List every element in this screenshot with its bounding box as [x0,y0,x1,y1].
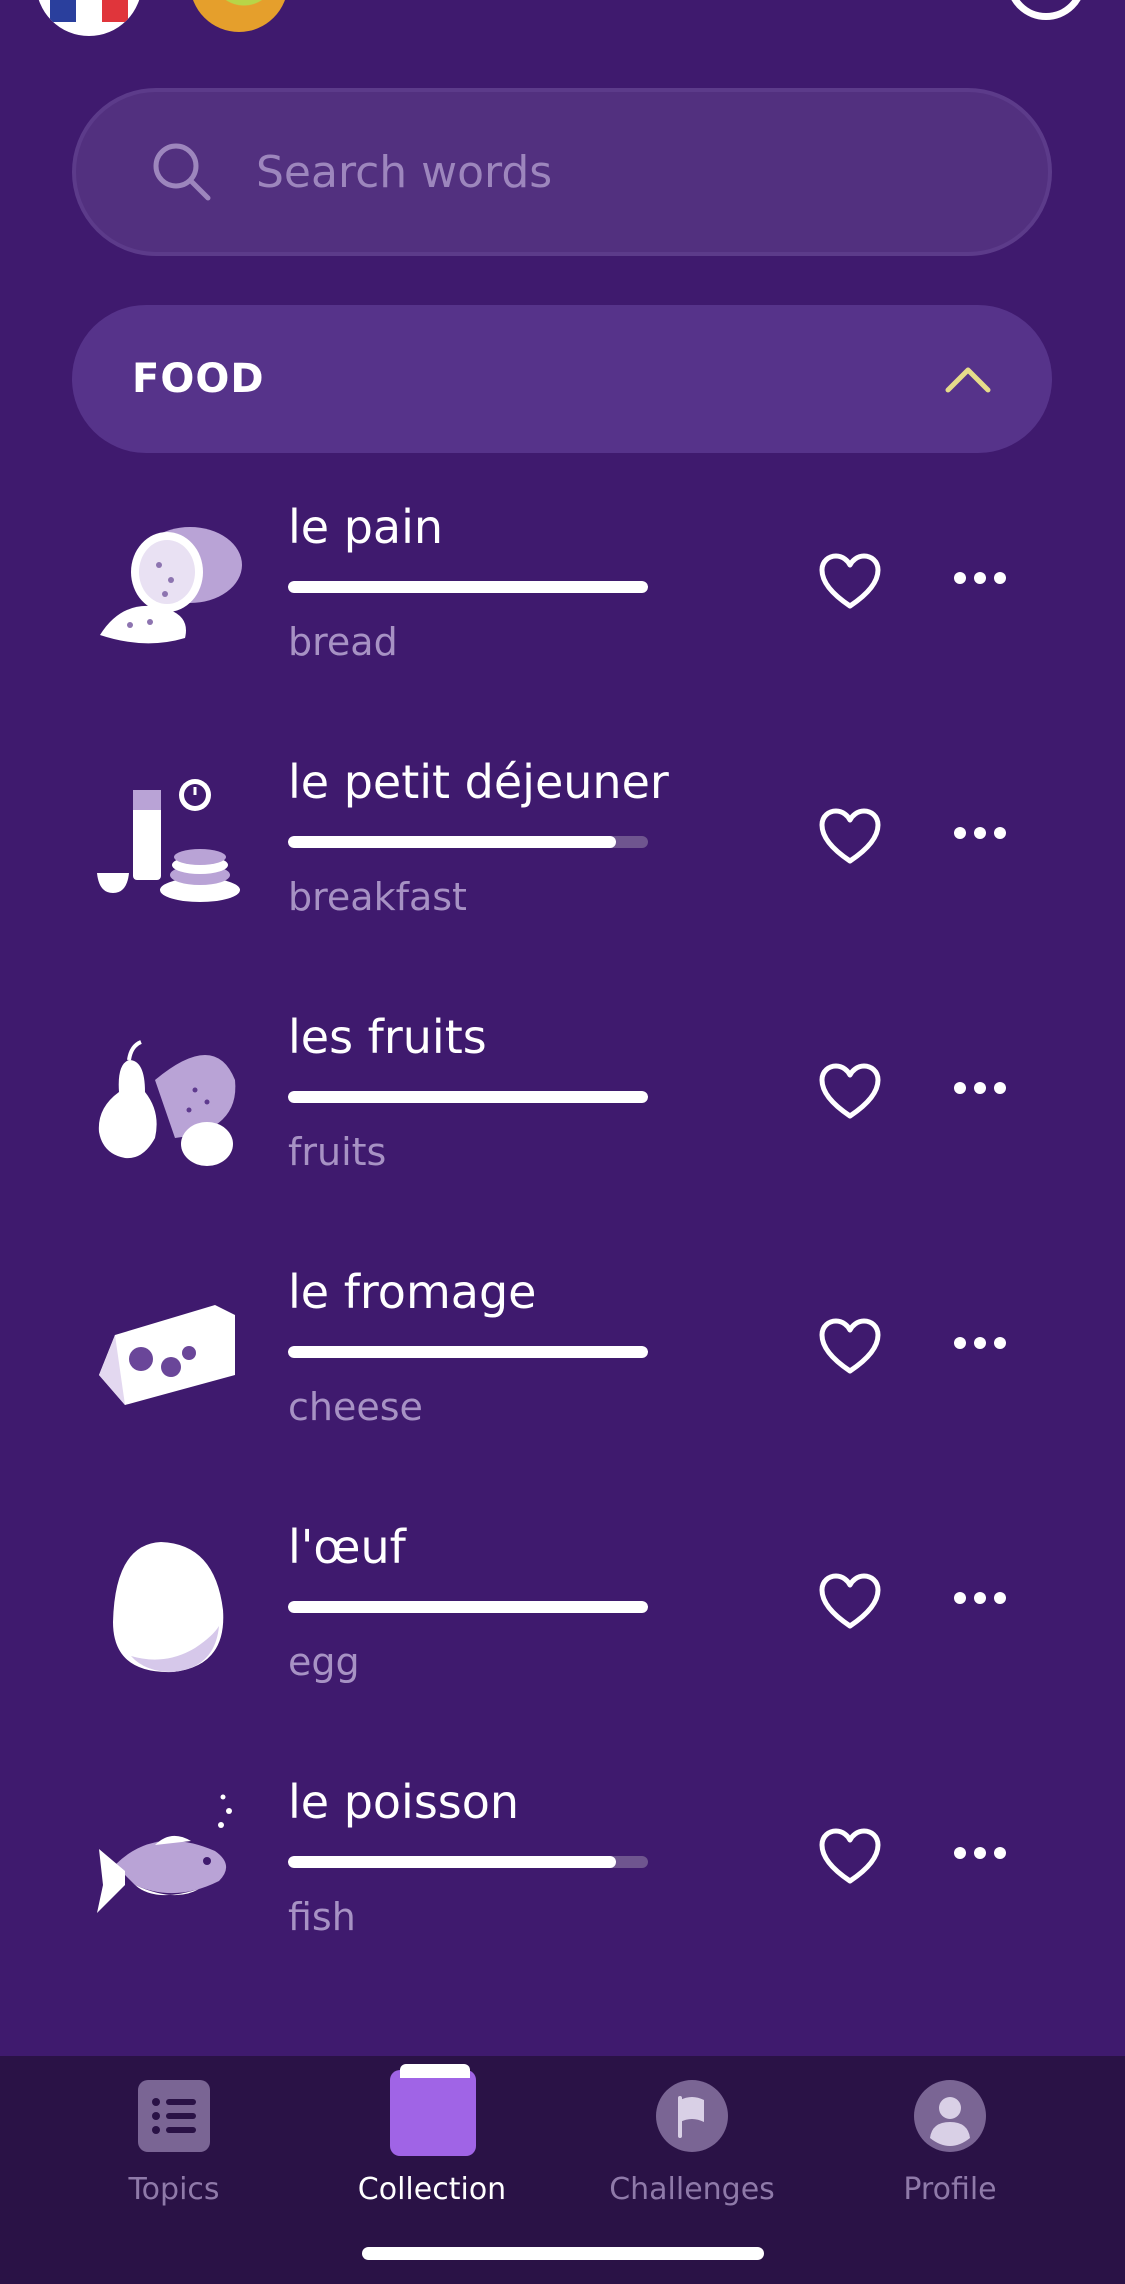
cheese-icon [99,1305,235,1405]
word-french: les fruits [288,1010,487,1064]
progress-bar [288,836,648,848]
more-options-icon[interactable] [950,1586,1010,1610]
tab-label: Collection [357,2172,507,2207]
top-bar [0,0,1125,40]
word-list: le pain bread le petit déjeuner breakfas… [0,470,1125,2000]
word-translation: fish [288,1895,356,1939]
word-translation: cheese [288,1385,423,1429]
progress-fill [288,1601,648,1613]
french-flag-icon[interactable] [36,0,142,36]
tab-label: Profile [903,2172,997,2207]
list-item[interactable]: le petit déjeuner breakfast [0,725,1125,980]
word-translation: bread [288,620,398,664]
egg-icon [113,1542,224,1673]
list-item[interactable]: le pain bread [0,470,1125,725]
more-options-icon[interactable] [950,1076,1010,1100]
word-french: le poisson [288,1775,520,1829]
list-item[interactable]: l'œuf egg [0,1490,1125,1745]
progress-bar [288,1346,648,1358]
list-item[interactable]: le poisson fish [0,1745,1125,2000]
progress-fill [288,1856,616,1868]
word-french: le pain [288,500,444,554]
heart-icon[interactable] [818,1572,882,1630]
tab-label: Topics [128,2172,220,2207]
home-indicator [362,2247,764,2260]
progress-ring-icon[interactable] [1006,0,1086,20]
chevron-up-icon[interactable] [944,364,992,394]
progress-fill [288,1091,648,1103]
progress-fill [288,581,648,593]
word-translation: egg [288,1640,360,1684]
category-title: FOOD [132,356,265,402]
progress-fill [288,836,616,848]
word-french: le petit déjeuner [288,755,669,809]
tab-profile[interactable]: Profile [830,2056,1070,2216]
breakfast-icon [97,779,240,902]
heart-icon[interactable] [818,1062,882,1120]
more-options-icon[interactable] [950,821,1010,845]
tab-collection[interactable]: Collection [312,2056,552,2216]
progress-bar [288,1601,648,1613]
heart-icon[interactable] [818,552,882,610]
heart-icon[interactable] [818,1827,882,1885]
heart-icon[interactable] [818,807,882,865]
search-input[interactable] [254,145,958,199]
search-bar[interactable] [72,88,1052,256]
progress-bar [288,1856,648,1868]
coin-icon[interactable] [190,0,288,32]
more-options-icon[interactable] [950,566,1010,590]
fruits-icon [98,1040,236,1166]
tab-challenges[interactable]: Challenges [572,2056,812,2216]
tab-label: Challenges [609,2172,775,2207]
progress-bar [288,581,648,593]
search-icon [153,143,211,201]
word-translation: fruits [288,1130,387,1174]
progress-bar [288,1091,648,1103]
word-translation: breakfast [288,875,467,919]
person-icon [914,2080,986,2152]
category-header[interactable]: FOOD [72,305,1052,453]
fish-icon [97,1794,232,1913]
tab-topics[interactable]: Topics [54,2056,294,2216]
progress-fill [288,1346,648,1358]
list-item[interactable]: le fromage cheese [0,1235,1125,1490]
flag-icon [656,2080,728,2152]
more-options-icon[interactable] [950,1331,1010,1355]
heart-icon[interactable] [818,1317,882,1375]
list-item[interactable]: les fruits fruits [0,980,1125,1235]
word-french: le fromage [288,1265,537,1319]
word-french: l'œuf [288,1520,406,1574]
list-icon [138,2080,210,2152]
more-options-icon[interactable] [950,1841,1010,1865]
bread-icon [100,527,242,644]
book-icon [390,2064,476,2156]
